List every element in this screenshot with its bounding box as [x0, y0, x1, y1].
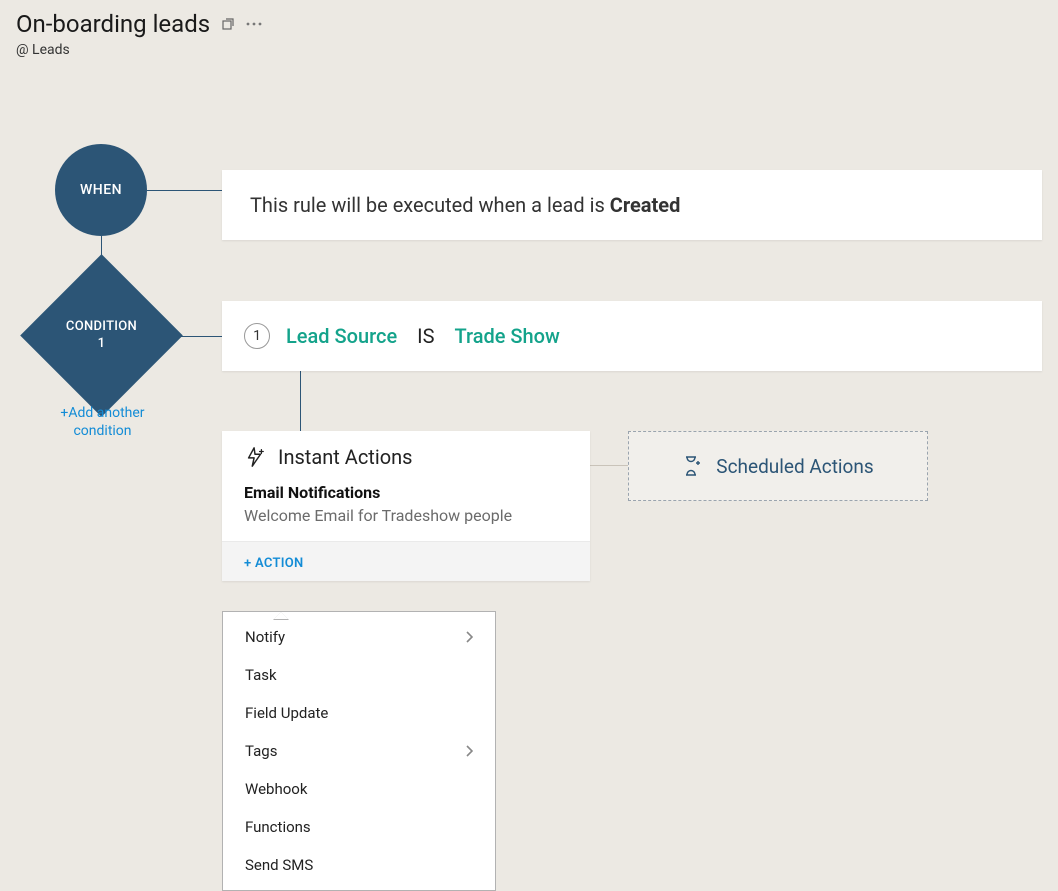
lightning-icon [244, 446, 266, 468]
dropdown-item-label: Task [245, 666, 277, 684]
condition-value[interactable]: Trade Show [454, 324, 559, 348]
page-title: On-boarding leads [16, 10, 210, 38]
condition-number-badge: 1 [244, 323, 270, 349]
connector [147, 190, 222, 191]
when-card-text: This rule will be executed when a lead i… [250, 193, 680, 217]
dropdown-item-field-update[interactable]: Field Update [223, 694, 495, 732]
dropdown-item-functions[interactable]: Functions [223, 808, 495, 846]
module-subtitle: @ Leads [16, 42, 1042, 58]
dropdown-item-label: Notify [245, 628, 285, 646]
add-action-button[interactable]: + ACTION [244, 556, 304, 571]
connector [300, 371, 301, 431]
dropdown-item-send-sms[interactable]: Send SMS [223, 846, 495, 884]
connector [590, 465, 628, 466]
instant-action-section: Email Notifications [244, 483, 568, 502]
dropdown-item-label: Send SMS [245, 856, 313, 874]
instant-actions-title: Instant Actions [278, 445, 412, 469]
chevron-right-icon [465, 745, 473, 757]
dropdown-item-label: Webhook [245, 780, 307, 798]
scheduled-actions-card[interactable]: Scheduled Actions [628, 431, 928, 501]
condition-operator: IS [417, 324, 434, 348]
open-external-icon[interactable] [220, 16, 236, 32]
dropdown-item-label: Field Update [245, 704, 328, 722]
dropdown-item-tags[interactable]: Tags [223, 732, 495, 770]
condition-node[interactable]: CONDITION 1 [44, 278, 159, 393]
dropdown-item-task[interactable]: Task [223, 656, 495, 694]
condition-field[interactable]: Lead Source [286, 324, 397, 348]
condition-node-label: CONDITION 1 [66, 319, 137, 353]
dropdown-item-webhook[interactable]: Webhook [223, 770, 495, 808]
instant-action-item[interactable]: Welcome Email for Tradeshow people [244, 506, 568, 525]
chevron-right-icon [465, 631, 473, 643]
hourglass-icon [682, 455, 702, 477]
add-condition-link[interactable]: +Add another condition [40, 404, 165, 440]
when-node-label: WHEN [80, 182, 122, 198]
dropdown-item-label: Functions [245, 818, 311, 836]
condition-card[interactable]: 1 Lead Source IS Trade Show [222, 301, 1042, 371]
action-dropdown-menu: Notify Task Field Update Tags Webhook Fu… [222, 611, 496, 891]
dropdown-item-label: Tags [245, 742, 277, 760]
dropdown-item-notify[interactable]: Notify [223, 618, 495, 656]
more-icon[interactable] [246, 22, 262, 26]
scheduled-actions-title: Scheduled Actions [716, 455, 873, 478]
when-card[interactable]: This rule will be executed when a lead i… [222, 170, 1042, 240]
when-node[interactable]: WHEN [55, 144, 147, 236]
instant-actions-card: Instant Actions Email Notifications Welc… [222, 431, 590, 581]
